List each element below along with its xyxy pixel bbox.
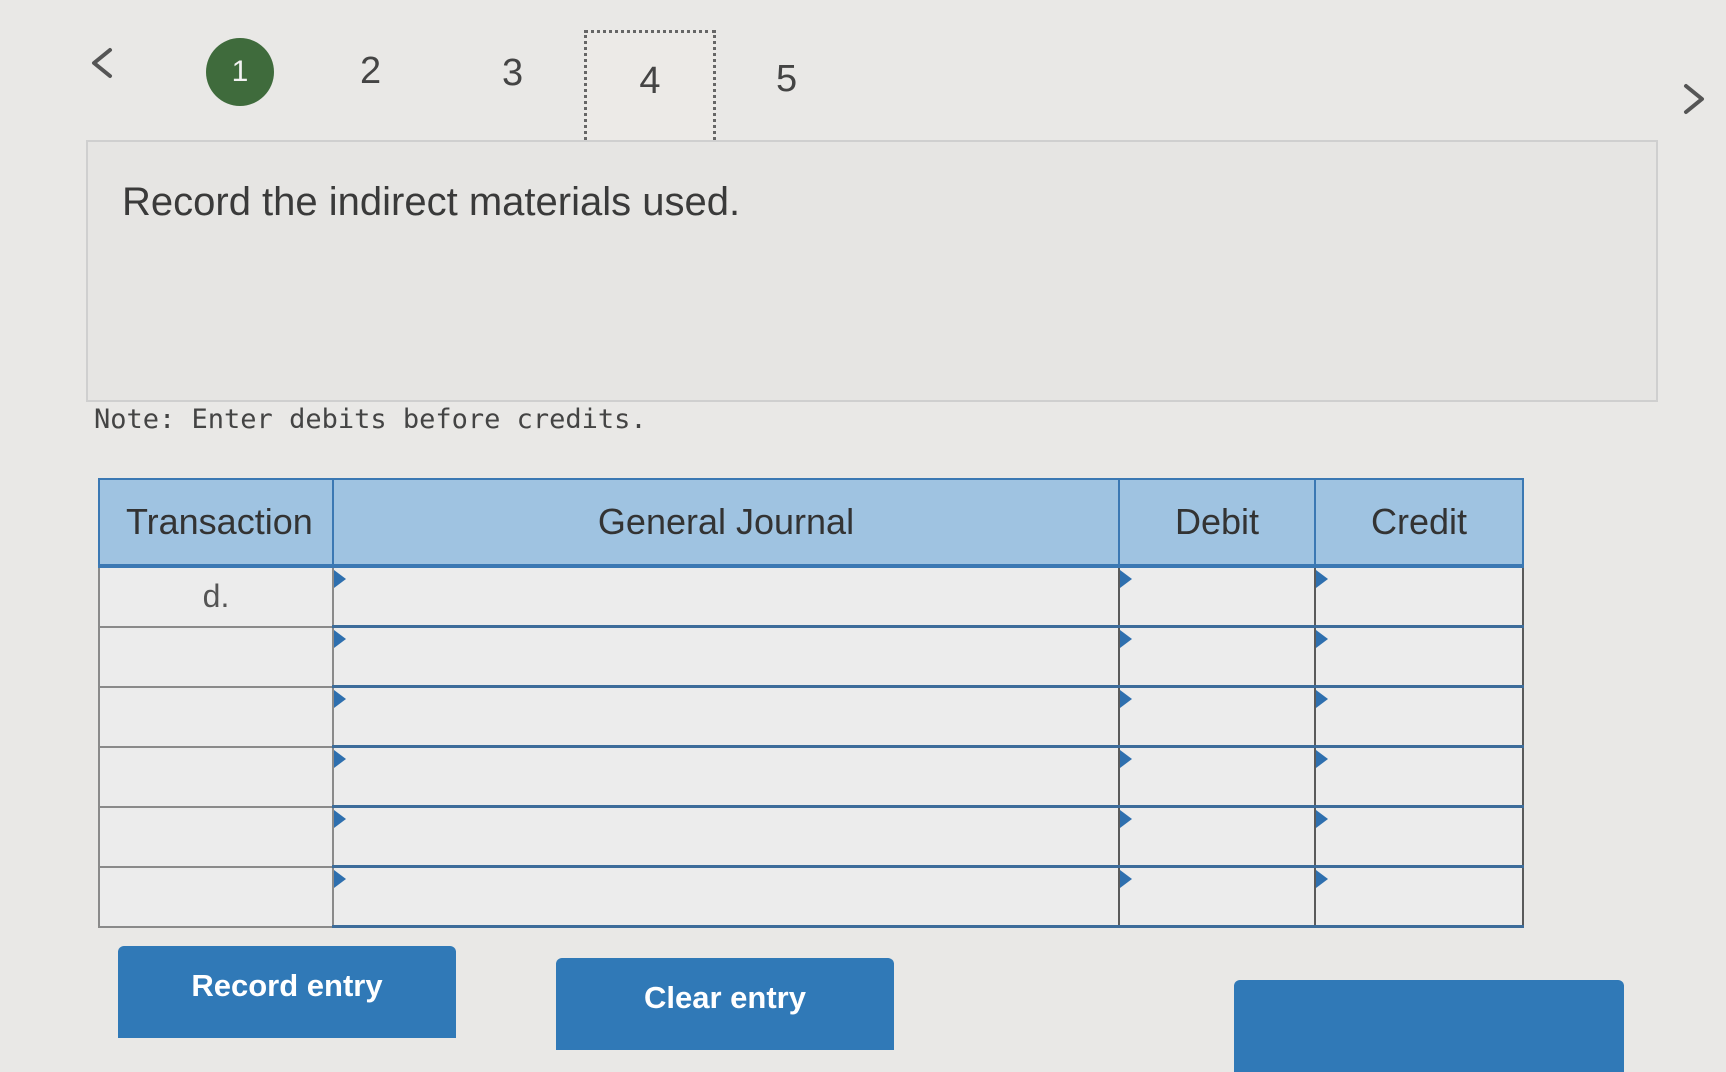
transaction-cell — [98, 745, 334, 808]
dropdown-flag-icon — [1120, 810, 1132, 828]
credit-input[interactable] — [1314, 564, 1524, 628]
account-input[interactable] — [332, 805, 1120, 868]
account-input[interactable] — [332, 865, 1120, 928]
view-journal-button[interactable] — [1234, 980, 1624, 1072]
clear-entry-button[interactable]: Clear entry — [556, 958, 894, 1050]
debit-input[interactable] — [1118, 685, 1316, 748]
header-general-journal: General Journal — [332, 478, 1120, 568]
dropdown-flag-icon — [1316, 630, 1328, 648]
question-panel: Record the indirect materials used. — [86, 140, 1658, 402]
step-1[interactable]: 1 — [206, 38, 274, 106]
header-transaction: Transaction — [98, 478, 334, 568]
table-row — [98, 625, 1524, 688]
table-row — [98, 745, 1524, 808]
journal-header-row: Transaction General Journal Debit Credit — [98, 478, 1524, 568]
account-input[interactable] — [332, 745, 1120, 808]
dropdown-flag-icon — [334, 690, 346, 708]
dropdown-flag-icon — [334, 630, 346, 648]
table-row — [98, 685, 1524, 748]
credit-input[interactable] — [1314, 745, 1524, 808]
dropdown-flag-icon — [1120, 570, 1132, 588]
account-input[interactable] — [332, 625, 1120, 688]
general-journal-table: Transaction General Journal Debit Credit… — [98, 478, 1524, 928]
dropdown-flag-icon — [334, 570, 346, 588]
step-4-current[interactable]: 4 — [584, 30, 716, 146]
dropdown-flag-icon — [1316, 870, 1328, 888]
instruction-note: Note: Enter debits before credits. — [94, 404, 647, 435]
debit-input[interactable] — [1118, 625, 1316, 688]
account-input[interactable] — [332, 564, 1120, 628]
table-row: d. — [98, 564, 1524, 628]
account-input[interactable] — [332, 685, 1120, 748]
next-arrow-icon[interactable] — [1676, 82, 1710, 116]
step-5[interactable]: 5 — [776, 58, 797, 101]
dropdown-flag-icon — [334, 870, 346, 888]
table-row — [98, 865, 1524, 928]
dropdown-flag-icon — [1120, 690, 1132, 708]
dropdown-flag-icon — [1120, 750, 1132, 768]
dropdown-flag-icon — [1120, 870, 1132, 888]
debit-input[interactable] — [1118, 745, 1316, 808]
record-entry-button[interactable]: Record entry — [118, 946, 456, 1038]
credit-input[interactable] — [1314, 865, 1524, 928]
previous-arrow-icon[interactable] — [86, 46, 120, 80]
transaction-cell — [98, 685, 334, 748]
dropdown-flag-icon — [1120, 630, 1132, 648]
transaction-cell — [98, 805, 334, 868]
debit-input[interactable] — [1118, 805, 1316, 868]
transaction-cell — [98, 865, 334, 928]
transaction-cell — [98, 625, 334, 688]
dropdown-flag-icon — [1316, 810, 1328, 828]
table-row — [98, 805, 1524, 868]
step-2[interactable]: 2 — [360, 50, 381, 93]
dropdown-flag-icon — [1316, 690, 1328, 708]
dropdown-flag-icon — [334, 810, 346, 828]
question-text: Record the indirect materials used. — [122, 180, 741, 224]
header-credit: Credit — [1314, 478, 1524, 568]
step-3[interactable]: 3 — [502, 52, 523, 95]
credit-input[interactable] — [1314, 805, 1524, 868]
dropdown-flag-icon — [334, 750, 346, 768]
credit-input[interactable] — [1314, 625, 1524, 688]
credit-input[interactable] — [1314, 685, 1524, 748]
dropdown-flag-icon — [1316, 750, 1328, 768]
header-debit: Debit — [1118, 478, 1316, 568]
debit-input[interactable] — [1118, 865, 1316, 928]
debit-input[interactable] — [1118, 564, 1316, 628]
dropdown-flag-icon — [1316, 570, 1328, 588]
transaction-cell: d. — [98, 565, 334, 628]
